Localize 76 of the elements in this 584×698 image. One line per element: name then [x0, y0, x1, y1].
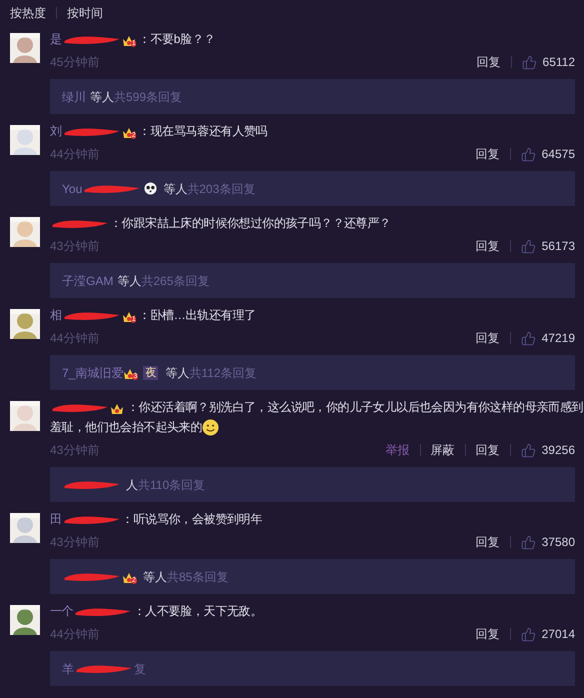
- thumbs-up-icon[interactable]: [520, 442, 536, 458]
- replies-bar[interactable]: 人共110条回复: [50, 467, 575, 502]
- smile-emoji-icon: [202, 419, 220, 436]
- sort-tab[interactable]: 按时间: [67, 4, 103, 22]
- replies-suffix: 等人: [165, 364, 190, 382]
- timestamp: 45分钟前: [50, 54, 100, 71]
- thumbs-up-icon[interactable]: [520, 534, 536, 550]
- redaction-scribble: [83, 182, 142, 194]
- comment-text: ：听说骂你，会被赞到明年: [122, 512, 262, 526]
- thumbs-up-icon[interactable]: [520, 626, 536, 642]
- reply-count: 共203条回复: [187, 180, 256, 198]
- user-name[interactable]: 相: [50, 308, 62, 322]
- redaction-scribble: [62, 310, 121, 322]
- timestamp: 43分钟前: [50, 442, 100, 459]
- like-count: 47219: [542, 330, 575, 347]
- redaction-scribble: [62, 514, 121, 526]
- action-link[interactable]: 回复: [476, 533, 500, 551]
- action-link[interactable]: 屏蔽: [430, 441, 455, 459]
- comment-text: ：人不要脸，天下无敌。: [133, 604, 262, 618]
- replies-bar[interactable]: You 等人共203条回复: [50, 171, 575, 206]
- thumbs-up-icon[interactable]: [520, 238, 536, 254]
- comment-text: ：不要b脸？？: [138, 32, 216, 46]
- action-link[interactable]: 回复: [476, 145, 500, 163]
- like-count: 27014: [542, 626, 575, 643]
- reply-count: 共110条回复: [138, 476, 206, 494]
- thumbs-up-icon[interactable]: [520, 146, 536, 162]
- like-count: 37580: [542, 534, 575, 551]
- redaction-scribble: [62, 34, 121, 46]
- redaction-scribble: [62, 126, 121, 138]
- timestamp: 44分钟前: [50, 146, 100, 163]
- reply-count: 共265条回复: [141, 272, 210, 290]
- replies-bar[interactable]: 子滢GAM 等人共265条回复: [50, 263, 575, 298]
- reply-count: 共85条回复: [167, 568, 228, 586]
- user-name[interactable]: 一个: [50, 604, 74, 618]
- comment-text: ：卧槽…出轨还有理了: [138, 308, 256, 322]
- action-link[interactable]: 回复: [476, 441, 500, 459]
- sort-tab[interactable]: 按热度: [10, 4, 46, 22]
- comment-text: ：你还活着啊？别洗白了，这么说吧，你的儿子女儿以后也会因为有你这样的母亲而感到: [127, 400, 584, 414]
- thumbs-up-icon[interactable]: [520, 330, 536, 346]
- action-link[interactable]: 回复: [476, 329, 500, 347]
- like-count: 56173: [542, 238, 575, 255]
- user-name[interactable]: 田: [50, 512, 62, 526]
- action-link[interactable]: 回复: [476, 53, 501, 71]
- level-badge: 夜: [143, 366, 158, 380]
- like-count: 64575: [542, 146, 575, 163]
- user-name[interactable]: 是: [50, 32, 62, 46]
- timestamp: 43分钟前: [50, 238, 100, 255]
- redaction-scribble: [51, 218, 109, 230]
- replies-suffix: 等人: [143, 568, 167, 586]
- timestamp: 44分钟前: [50, 330, 100, 347]
- replies-suffix: 等人: [163, 180, 188, 198]
- replies-bar[interactable]: 绿川 等人共599条回复: [50, 79, 575, 114]
- thumbs-up-icon[interactable]: [522, 54, 537, 70]
- reply-count: 共599条回复: [114, 88, 182, 106]
- replies-suffix: 等人: [117, 272, 142, 290]
- reply-count: 复: [134, 660, 146, 678]
- report-link[interactable]: 举报: [386, 441, 410, 459]
- replies-suffix: 人: [126, 476, 138, 494]
- panda-icon: [144, 182, 158, 195]
- replies-suffix: 等人: [90, 88, 114, 106]
- redaction-scribble: [63, 570, 121, 582]
- like-count: 39256: [542, 442, 575, 459]
- redaction-scribble: [51, 402, 109, 414]
- like-count: 65112: [542, 54, 575, 71]
- comment-text: ：你跟宋喆上床的时候你想过你的孩子吗？？还尊严？: [110, 216, 391, 230]
- action-link[interactable]: 回复: [476, 237, 500, 255]
- redaction-scribble: [63, 478, 121, 490]
- user-name[interactable]: 刘: [50, 124, 62, 138]
- comment-text: 羞耻，他们也会抬不起头来的: [50, 420, 202, 434]
- reply-count: 共112条回复: [189, 364, 256, 382]
- redaction-scribble: [75, 662, 133, 674]
- redaction-scribble: [74, 606, 132, 618]
- timestamp: 44分钟前: [50, 626, 100, 643]
- comment-text: ：现在骂马蓉还有人赞吗: [138, 124, 268, 138]
- timestamp: 43分钟前: [50, 534, 100, 551]
- action-link[interactable]: 回复: [476, 625, 500, 643]
